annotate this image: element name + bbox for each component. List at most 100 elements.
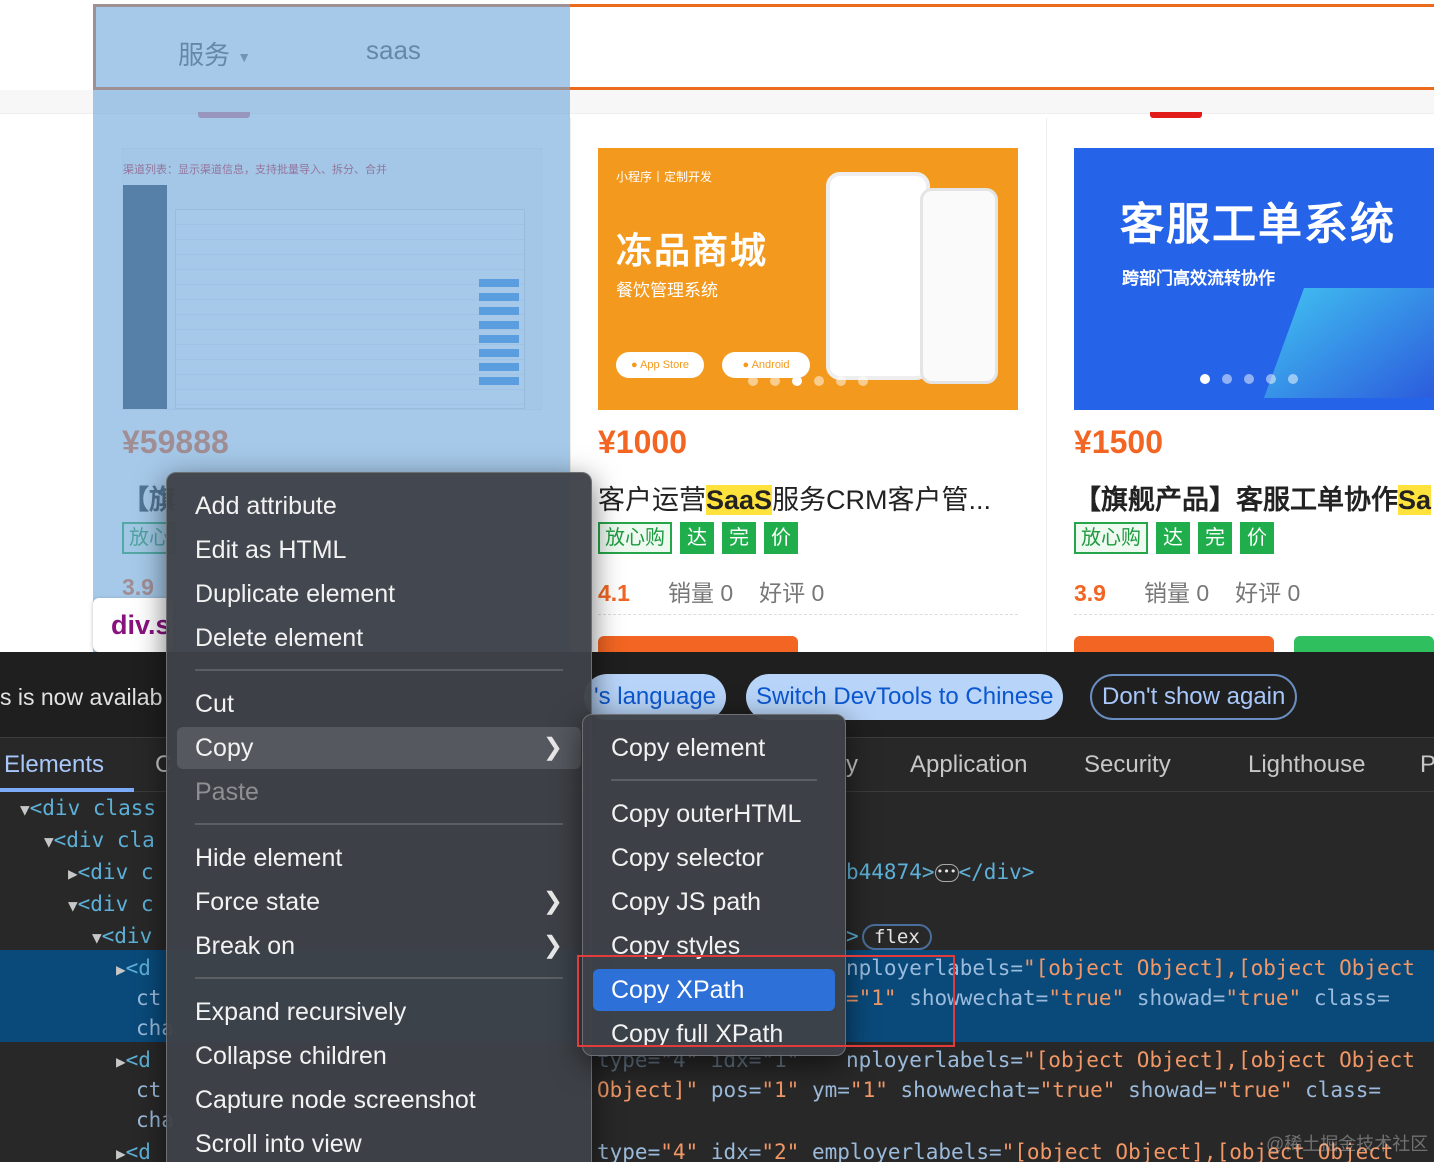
value-text: "1" [849,1078,888,1102]
dom-node[interactable]: ▶<div c [68,856,154,888]
tag-badge: 价 [1240,522,1274,554]
menu-item-break-on-label: Break on [195,932,296,960]
product-image: 客服工单系统 跨部门高效流转协作 [1074,148,1434,410]
android-label: Android [751,359,790,371]
value-text: "2" [761,1140,800,1162]
banner-headline: 客服工单系统 [1120,200,1396,249]
tab-lighthouse[interactable]: Lighthouse [1248,751,1365,779]
tab-memory[interactable]: y [846,751,858,779]
menu-item-delete-element[interactable]: Delete element [177,617,581,659]
tag-badge: 放心购 [1074,522,1148,554]
dom-node-tail[interactable]: b44874> •••</div> [846,856,1034,888]
tag-badge: 价 [764,522,798,554]
dom-node[interactable]: ▼<div c [68,888,154,920]
tab-application[interactable]: Application [910,751,1027,779]
tag-text: <d [125,1048,151,1072]
banner-subline: 餐饮管理系统 [616,281,718,300]
rating: 3.9 [1074,580,1106,606]
menu-item-hide-element[interactable]: Hide element [177,837,581,879]
android-badge: ● Android [722,352,810,378]
value-text: "true" [1216,1078,1293,1102]
menu-item-add-attribute[interactable]: Add attribute [177,485,581,527]
attr-text: ct [136,1078,162,1102]
menu-item-collapse-children[interactable]: Collapse children [177,1035,581,1077]
nav-saas[interactable]: saas [366,35,421,66]
value-text: "4" [660,1140,699,1162]
phone-mockup [920,188,998,384]
banner-top-text: 小程序丨定制开发 [616,170,713,184]
android-icon: ● [742,359,752,371]
menu-item-paste: Paste [195,778,259,806]
flex-badge[interactable]: flex [862,924,932,950]
nav-shadow [0,90,1434,114]
top-nav: 服务 ▼ saas [93,4,1434,90]
attr-text: pos= [710,1078,762,1102]
caret-down-icon: ▼ [237,49,252,66]
menu-item-scroll-into-view[interactable]: Scroll into view [177,1123,581,1162]
review-count: 好评 0 [759,580,825,606]
tag-badge: 完 [722,522,756,554]
menu-item-expand-recursively[interactable]: Expand recursively [177,991,581,1033]
menu-item-cut[interactable]: Cut [177,683,581,725]
chevron-right-icon: ❯ [542,734,563,761]
menu-item-copy-selector[interactable]: Copy selector [593,837,835,879]
nav-services[interactable]: 服务 ▼ [178,35,251,72]
tag-badge: 达 [1156,522,1190,554]
carousel-dots[interactable] [598,376,1018,386]
triangle-right-icon: ▶ [116,1144,126,1162]
dom-node[interactable]: ▼<div [92,920,152,952]
carousel-dots[interactable] [1074,374,1434,384]
dom-node[interactable]: ▼<div class [20,792,156,824]
menu-item-duplicate-element[interactable]: Duplicate element [177,573,581,615]
dont-show-again-button[interactable]: Don't show again [1090,674,1298,720]
menu-item-force-state[interactable]: Force state ❯ [177,881,581,923]
divider [1074,614,1434,615]
menu-item-edit-as-html[interactable]: Edit as HTML [177,529,581,571]
screen-caption: 渠道列表：显示渠道信息，支持批量导入、拆分、合并 [123,164,387,176]
product-image: 小程序丨定制开发 冻品商城 餐饮管理系统 ● App Store ● Andro… [598,148,1018,410]
menu-item-break-on[interactable]: Break on ❯ [177,925,581,967]
menu-item-copy-js-path[interactable]: Copy JS path [593,881,835,923]
infobar-text: s is now availab [0,684,163,710]
product-title[interactable]: 客户运营SaaS服务CRM客户管... [598,478,1018,517]
product-card[interactable]: 客服工单系统 跨部门高效流转协作 ¥1500 【旗舰产品】客服工单协作Sa 放心… [1046,118,1434,658]
tab-more[interactable]: P [1420,751,1434,779]
triangle-down-icon: ▼ [44,832,54,851]
menu-item-capture-node-screenshot[interactable]: Capture node screenshot [177,1079,581,1121]
tab-security[interactable]: Security [1084,751,1171,779]
triangle-right-icon: ▶ [68,864,78,883]
title-text: 【旗舰产品】客服工单协作 [1074,485,1398,515]
admin-sidebar-mock [123,185,167,409]
product-title[interactable]: 【旗舰产品】客服工单协作Sa [1074,478,1434,517]
tab-elements[interactable]: Elements [4,751,104,779]
tag-text: <div c [77,860,154,884]
dom-node[interactable]: ▶<d [116,952,151,984]
element-tooltip: div.s [93,598,173,652]
attr-text: type= [597,1140,661,1162]
ellipsis-icon[interactable]: ••• [934,864,959,882]
attr-text: class= [1305,1078,1381,1102]
review-count: 好评 0 [1235,580,1301,606]
dom-attr-line: nployerlabels="[object Object],[object O… [846,1044,1415,1076]
tag-text: <div cla [53,828,155,852]
value-text: "1" [761,1078,800,1102]
value-text: "true" [1048,986,1125,1010]
menu-item-copy-outerhtml[interactable]: Copy outerHTML [593,793,835,835]
value-text: "[object Object],[object Object [1023,956,1415,980]
menu-separator [195,669,563,671]
triangle-right-icon: ▶ [116,1052,126,1071]
product-card[interactable]: 小程序丨定制开发 冻品商城 餐饮管理系统 ● App Store ● Andro… [570,118,1046,658]
dom-node-tail: > [846,924,859,948]
menu-item-copy[interactable]: Copy ❯ [177,727,581,769]
dom-node[interactable]: ▶<d [116,1136,151,1162]
product-image: 渠道列表：显示渠道信息，支持批量导入、拆分、合并 [122,148,542,410]
attr-text: nployerlabels= [846,1048,1024,1072]
attr-text: showwechat= [900,1078,1040,1102]
menu-item-force-state-label: Force state [195,888,321,916]
menu-item-copy-element[interactable]: Copy element [593,727,835,769]
dom-node[interactable]: ▶<d [116,1044,151,1076]
dom-attr-line: Object]" pos="1" ym="1" showwechat="true… [597,1074,1381,1106]
menu-separator [611,779,817,781]
dom-node[interactable]: ▼<div cla [44,824,155,856]
price: ¥59888 [122,424,229,460]
